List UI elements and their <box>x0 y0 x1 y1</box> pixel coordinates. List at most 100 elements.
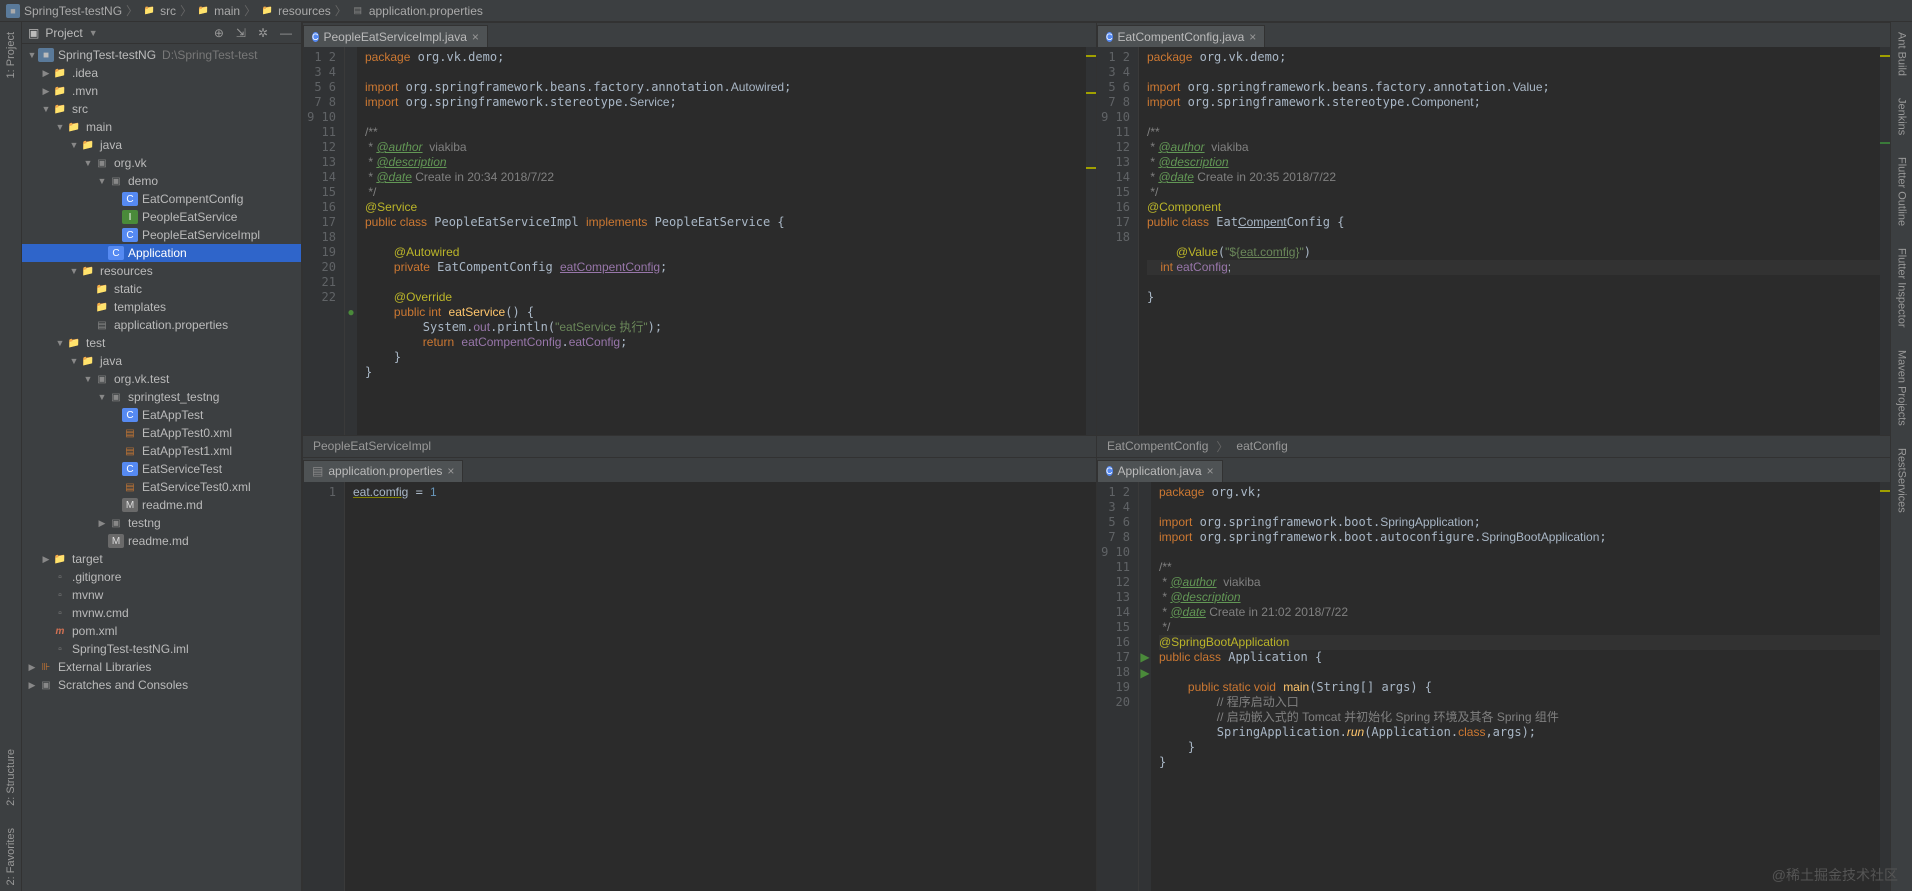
collapse-button[interactable]: ⇲ <box>233 26 249 40</box>
tree-item[interactable]: ▫mvnw <box>22 586 301 604</box>
tree-item[interactable]: ▼📁test <box>22 334 301 352</box>
tree-item[interactable]: ▼📁main <box>22 118 301 136</box>
tool-tab-structure[interactable]: 2: Structure <box>3 743 19 812</box>
tab-label: EatCompentConfig.java <box>1118 30 1245 44</box>
crumb-item[interactable]: eatConfig <box>1236 439 1287 453</box>
tree-item[interactable]: Mreadme.md <box>22 496 301 514</box>
tree-item[interactable]: ▤application.properties <box>22 316 301 334</box>
code-editor[interactable]: package org.vk.demo; import org.springfr… <box>357 47 1096 435</box>
nav-item[interactable]: application.properties <box>369 4 483 18</box>
tree-item[interactable]: ▤EatServiceTest0.xml <box>22 478 301 496</box>
tree-item[interactable]: ▶📁.mvn <box>22 82 301 100</box>
tool-tab-flutter-inspector[interactable]: Flutter Inspector <box>1894 242 1910 333</box>
tool-tab-favorites[interactable]: 2: Favorites <box>3 822 19 891</box>
nav-item[interactable]: src <box>160 4 176 18</box>
nav-item[interactable]: main <box>214 4 240 18</box>
gutter-marks: ● <box>345 47 357 435</box>
editor-top-left: C PeopleEatServiceImpl.java × 1 2 3 4 5 … <box>302 22 1096 457</box>
project-tree[interactable]: ▼■SpringTest-testNGD:\SpringTest-test▶📁.… <box>22 44 301 891</box>
editor-bottom-right: C Application.java × 1 2 3 4 5 6 7 8 9 1… <box>1096 457 1890 891</box>
tree-item[interactable]: CApplication <box>22 244 301 262</box>
folder-icon: 📁 <box>260 4 274 18</box>
tree-item[interactable]: ▶▣testng <box>22 514 301 532</box>
scroll-indicator <box>1880 47 1890 435</box>
breadcrumb: PeopleEatServiceImpl <box>303 435 1096 457</box>
tool-tab-rest[interactable]: RestServices <box>1894 442 1910 519</box>
tree-item[interactable]: IPeopleEatService <box>22 208 301 226</box>
folder-icon: 📁 <box>142 4 156 18</box>
tool-tab-maven[interactable]: Maven Projects <box>1894 344 1910 432</box>
editor-tabs: ▤ application.properties × <box>303 458 1096 482</box>
tree-item[interactable]: CEatCompentConfig <box>22 190 301 208</box>
locate-button[interactable]: ⊕ <box>211 26 227 40</box>
nav-path: ■ SpringTest-testNG〉 📁 src〉 📁 main〉 📁 re… <box>0 0 1912 22</box>
close-icon[interactable]: × <box>472 30 479 44</box>
nav-item[interactable]: resources <box>278 4 331 18</box>
tree-item[interactable]: ▫SpringTest-testNG.iml <box>22 640 301 658</box>
crumb-item[interactable]: PeopleEatServiceImpl <box>313 439 431 453</box>
editor-grid: C PeopleEatServiceImpl.java × 1 2 3 4 5 … <box>302 22 1890 891</box>
tree-item[interactable]: ▼▣demo <box>22 172 301 190</box>
tab-application[interactable]: C Application.java × <box>1097 460 1223 482</box>
breadcrumb: EatCompentConfig 〉 eatConfig <box>1097 435 1890 457</box>
close-icon[interactable]: × <box>1249 30 1256 44</box>
tool-tab-project[interactable]: 1: Project <box>3 26 19 84</box>
project-sidebar: ▣ Project ▼ ⊕ ⇲ ✲ — ▼■SpringTest-testNGD… <box>22 22 302 891</box>
properties-icon: ▤ <box>312 464 323 478</box>
tree-item[interactable]: ▼📁resources <box>22 262 301 280</box>
right-tool-bar: Ant Build Jenkins Flutter Outline Flutte… <box>1890 22 1912 891</box>
tree-item[interactable]: CEatAppTest <box>22 406 301 424</box>
nav-item[interactable]: SpringTest-testNG <box>24 4 122 18</box>
tree-item[interactable]: ▤EatAppTest1.xml <box>22 442 301 460</box>
tree-item[interactable]: ▼▣org.vk <box>22 154 301 172</box>
tree-item[interactable]: CPeopleEatServiceImpl <box>22 226 301 244</box>
tree-item[interactable]: ▼📁java <box>22 352 301 370</box>
sidebar-title: Project <box>45 26 82 40</box>
tree-item[interactable]: ▤EatAppTest0.xml <box>22 424 301 442</box>
module-icon: ■ <box>6 4 20 18</box>
tool-tab-flutter-outline[interactable]: Flutter Outline <box>1894 151 1910 232</box>
tree-item[interactable]: ▼■SpringTest-testNGD:\SpringTest-test <box>22 46 301 64</box>
tree-item[interactable]: ▼📁src <box>22 100 301 118</box>
left-tool-bar: 1: Project 2: Structure 2: Favorites <box>0 22 22 891</box>
properties-icon: ▤ <box>351 4 365 18</box>
hide-button[interactable]: — <box>277 26 295 40</box>
code-editor[interactable]: package org.vk; import org.springframewo… <box>1151 482 1890 891</box>
sidebar-title-icon: ▣ <box>28 26 39 40</box>
editor-tabs: C PeopleEatServiceImpl.java × <box>303 23 1096 47</box>
gutter: 1 2 3 4 5 6 7 8 9 10 11 12 13 14 15 16 1… <box>1097 47 1139 435</box>
editor-top-right: C EatCompentConfig.java × 1 2 3 4 5 6 7 … <box>1096 22 1890 457</box>
tree-item[interactable]: Mreadme.md <box>22 532 301 550</box>
code-editor[interactable]: package org.vk.demo; import org.springfr… <box>1139 47 1890 435</box>
tree-item[interactable]: ▫mvnw.cmd <box>22 604 301 622</box>
tree-item[interactable]: mpom.xml <box>22 622 301 640</box>
editor-tabs: C Application.java × <box>1097 458 1890 482</box>
tab-people-eat-service-impl[interactable]: C PeopleEatServiceImpl.java × <box>303 25 488 47</box>
settings-button[interactable]: ✲ <box>255 26 271 40</box>
folder-icon: 📁 <box>196 4 210 18</box>
tab-eat-compent-config[interactable]: C EatCompentConfig.java × <box>1097 25 1265 47</box>
tab-application-properties[interactable]: ▤ application.properties × <box>303 460 463 482</box>
tree-item[interactable]: CEatServiceTest <box>22 460 301 478</box>
gutter-marks: ▶▶ <box>1139 482 1151 891</box>
tree-item[interactable]: ▼▣springtest_testng <box>22 388 301 406</box>
close-icon[interactable]: × <box>447 464 454 478</box>
tree-item[interactable]: 📁templates <box>22 298 301 316</box>
tree-item[interactable]: 📁static <box>22 280 301 298</box>
tree-item[interactable]: ▶▣Scratches and Consoles <box>22 676 301 694</box>
tree-item[interactable]: ▶📁target <box>22 550 301 568</box>
tab-label: PeopleEatServiceImpl.java <box>324 30 467 44</box>
close-icon[interactable]: × <box>1207 464 1214 478</box>
tree-item[interactable]: ▼📁java <box>22 136 301 154</box>
tool-tab-jenkins[interactable]: Jenkins <box>1894 92 1910 141</box>
crumb-item[interactable]: EatCompentConfig <box>1107 439 1208 453</box>
tree-item[interactable]: ▼▣org.vk.test <box>22 370 301 388</box>
editor-tabs: C EatCompentConfig.java × <box>1097 23 1890 47</box>
tree-item[interactable]: ▶⊪External Libraries <box>22 658 301 676</box>
scroll-indicator <box>1086 47 1096 435</box>
code-editor[interactable]: eat.comfig = 1 <box>345 482 1096 891</box>
tool-tab-ant[interactable]: Ant Build <box>1894 26 1910 82</box>
tree-item[interactable]: ▶📁.idea <box>22 64 301 82</box>
sidebar-header: ▣ Project ▼ ⊕ ⇲ ✲ — <box>22 22 301 44</box>
tree-item[interactable]: ▫.gitignore <box>22 568 301 586</box>
